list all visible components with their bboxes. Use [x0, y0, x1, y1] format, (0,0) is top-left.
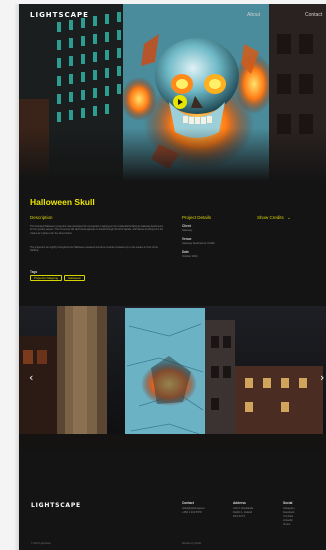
top-navigation: LIGHTSCAPE About Contact	[19, 4, 326, 26]
footer-email-link[interactable]: hello@lightscape.ie	[182, 507, 205, 510]
hero-illustration	[19, 4, 326, 181]
gallery-prev-arrow[interactable]: ‹	[29, 371, 33, 384]
tag-halloween[interactable]: Halloween	[64, 275, 86, 281]
description-heading: Description	[30, 215, 53, 220]
footer-copyright: © 2021 Lightscape	[31, 542, 51, 545]
footer-social-link[interactable]: Facebook	[283, 511, 294, 514]
footer-address-heading: Address	[233, 501, 246, 505]
footer-social-heading: Social	[283, 501, 293, 505]
detail-date-label: Date	[182, 250, 189, 254]
footer-social-link[interactable]: LinkedIn	[283, 519, 293, 522]
nav-contact[interactable]: Contact	[305, 12, 322, 18]
description-paragraph: The projection ran nightly throughout th…	[30, 246, 158, 253]
project-page: LIGHTSCAPE About Contact Halloween Skull…	[19, 4, 326, 550]
footer-social-link[interactable]: Vimeo	[283, 523, 290, 526]
footer-phone[interactable]: +353 1 234 5678	[182, 511, 202, 514]
tag-projection-mapping[interactable]: Projection Mapping	[30, 275, 62, 281]
project-details-heading: Project Details	[182, 215, 212, 220]
footer-social-link[interactable]: YouTube	[283, 515, 293, 518]
image-gallery	[19, 306, 326, 450]
footer-address-line: D01 X2Y3	[233, 515, 245, 518]
site-logo[interactable]: LIGHTSCAPE	[30, 11, 89, 19]
footer-social-link[interactable]: Instagram	[283, 507, 295, 510]
description-paragraph: This haunted Halloween projection was de…	[30, 225, 164, 235]
footer-contact-heading: Contact	[182, 501, 194, 505]
detail-date-value: October 2021	[182, 255, 198, 258]
footer-address-line: Dublin 1, Ireland	[233, 511, 252, 514]
gallery-next-arrow[interactable]: ›	[320, 371, 324, 384]
detail-venue-label: Venue	[182, 237, 192, 241]
project-title: Halloween Skull	[30, 197, 95, 207]
footer-logo[interactable]: LIGHTSCAPE	[31, 502, 81, 509]
tags-label: Tags	[30, 270, 38, 274]
footer-credit[interactable]: Website by Studio	[182, 542, 201, 545]
hero-image: LIGHTSCAPE About Contact	[19, 4, 326, 181]
gallery-illustration	[19, 306, 326, 450]
detail-client-label: Client	[182, 224, 191, 228]
nav-about[interactable]: About	[247, 12, 260, 18]
play-video-button[interactable]	[173, 95, 187, 109]
detail-client-value: Gateway	[182, 229, 193, 232]
chevron-down-icon[interactable]: ⌄	[287, 215, 291, 221]
show-credits-link[interactable]: Show Credits	[257, 215, 284, 220]
footer-address-line: Unit 4, Docklands	[233, 507, 254, 510]
detail-venue-value: Gateway Apartments, Dublin	[182, 242, 215, 245]
